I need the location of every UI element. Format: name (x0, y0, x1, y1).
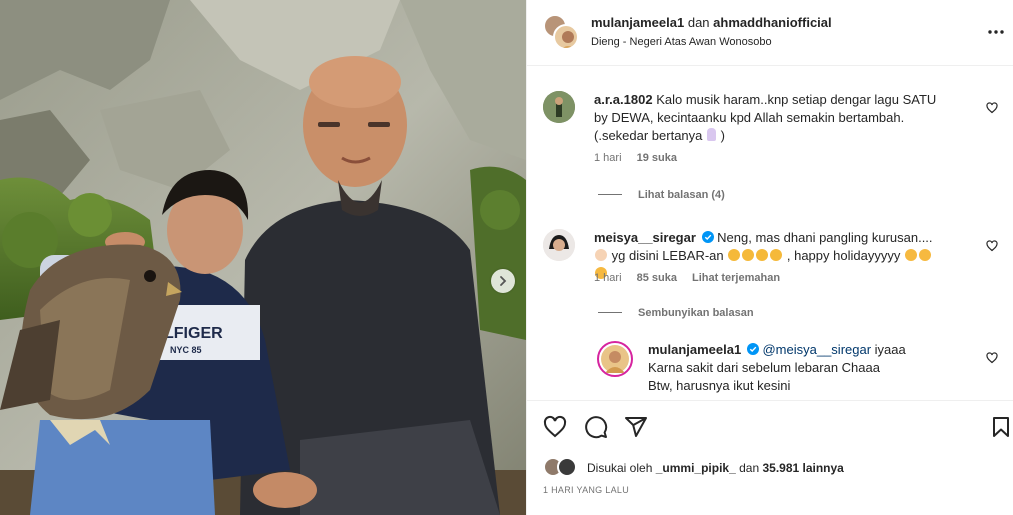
translate-link[interactable]: Lihat terjemahan (692, 272, 780, 284)
bookmark-icon[interactable] (989, 415, 1013, 439)
laughing-emoji-icon (770, 249, 783, 261)
location-link[interactable]: Dieng - Negeri Atas Awan Wonosobo (591, 36, 772, 48)
avatar[interactable] (597, 341, 633, 377)
author-link-2[interactable]: ahmaddhaniofficial (713, 15, 831, 30)
hand-emoji-icon (595, 249, 607, 261)
liked-by-prefix: Disukai oleh (587, 461, 653, 475)
reply-body: mulanjameela1 @meisya__siregar iyaaa Kar… (648, 341, 948, 395)
post-timestamp[interactable]: 1 HARI YANG LALU (543, 485, 629, 495)
avatar[interactable] (543, 91, 575, 123)
share-icon[interactable] (624, 415, 648, 439)
comment-item: a.r.a.1802 Kalo musik haram..knp setiap … (543, 91, 998, 211)
comment-text-end: ) (720, 128, 725, 143)
comment-meta: 1 hari 85 suka Lihat terjemahan (594, 272, 792, 284)
heart-icon[interactable] (986, 102, 998, 114)
liked-by-count[interactable]: 35.981 lainnya (762, 461, 843, 475)
comment-time[interactable]: 1 hari (594, 152, 622, 164)
mention-link[interactable]: @meisya__siregar (762, 342, 871, 357)
tshirt-print-2: NYC 85 (170, 345, 202, 355)
avatar (557, 457, 577, 477)
heart-icon[interactable] (986, 240, 998, 252)
avatar (553, 24, 579, 50)
comment-likes[interactable]: 19 suka (637, 152, 677, 164)
heart-icon[interactable] (986, 352, 998, 364)
praying-emoji-icon (707, 128, 717, 141)
comments-list[interactable]: a.r.a.1802 Kalo musik haram..knp setiap … (527, 67, 1013, 400)
comment-text-2: yg disini LEBAR-an (611, 248, 724, 263)
chevron-right-icon (500, 276, 507, 286)
verified-badge-icon (701, 231, 714, 243)
photo-illustration: HILFIGER NYC 85 (0, 0, 526, 515)
comment-body: a.r.a.1802 Kalo musik haram..knp setiap … (594, 91, 944, 145)
liked-by-and: dan (739, 461, 760, 475)
post-detail-panel: mulanjameela1 dan ahmaddhaniofficial Die… (526, 0, 1013, 515)
laughing-emoji-icon (756, 249, 769, 261)
heart-icon[interactable] (543, 415, 567, 439)
post-header: mulanjameela1 dan ahmaddhaniofficial Die… (527, 0, 1013, 66)
comment-text-3: , happy holidayyyyy (786, 248, 901, 263)
reply-text-2: Karna sakit dari sebelum lebaran Chaaa (648, 360, 880, 375)
laughing-emoji-icon (728, 249, 741, 261)
comment-time[interactable]: 1 hari (594, 272, 622, 284)
kiss-emoji-icon (904, 249, 917, 261)
reply-username[interactable]: mulanjameela1 (648, 342, 741, 357)
comment-meta: 1 hari 19 suka (594, 152, 689, 164)
liked-by-user[interactable]: _ummi_pipik_ (656, 461, 736, 475)
kiss-emoji-icon (918, 249, 931, 261)
more-icon[interactable] (986, 22, 1006, 42)
author-connector: dan (687, 15, 710, 30)
reply-text-3: Btw, harusnya ikut kesini (648, 378, 791, 393)
hide-replies-button[interactable]: Sembunyikan balasan (598, 307, 754, 319)
reply-text: iyaaa (874, 342, 906, 357)
post-photo: HILFIGER NYC 85 (0, 0, 526, 515)
comment-icon[interactable] (584, 415, 608, 439)
comment-username[interactable]: meisya__siregar (594, 230, 696, 245)
verified-badge-icon (746, 343, 759, 355)
author-names: mulanjameela1 dan ahmaddhaniofficial (591, 15, 832, 30)
reply-item: mulanjameela1 @meisya__siregar iyaaa Kar… (597, 341, 998, 400)
next-photo-button[interactable] (491, 269, 515, 293)
view-replies-button[interactable]: Lihat balasan (4) (598, 189, 725, 201)
comment-item: meisya__siregar Neng, mas dhani pangling… (543, 229, 998, 349)
comment-text: Neng, mas dhani pangling kurusan.... (717, 230, 933, 245)
avatar[interactable] (543, 229, 575, 261)
comment-likes[interactable]: 85 suka (637, 272, 677, 284)
post-actions: Disukai oleh _ummi_pipik_ dan 35.981 lai… (527, 400, 1013, 510)
author-avatars[interactable] (543, 14, 579, 50)
laughing-emoji-icon (742, 249, 755, 261)
comment-username[interactable]: a.r.a.1802 (594, 92, 653, 107)
author-link-1[interactable]: mulanjameela1 (591, 15, 684, 30)
liked-by-text: Disukai oleh _ummi_pipik_ dan 35.981 lai… (587, 461, 844, 475)
